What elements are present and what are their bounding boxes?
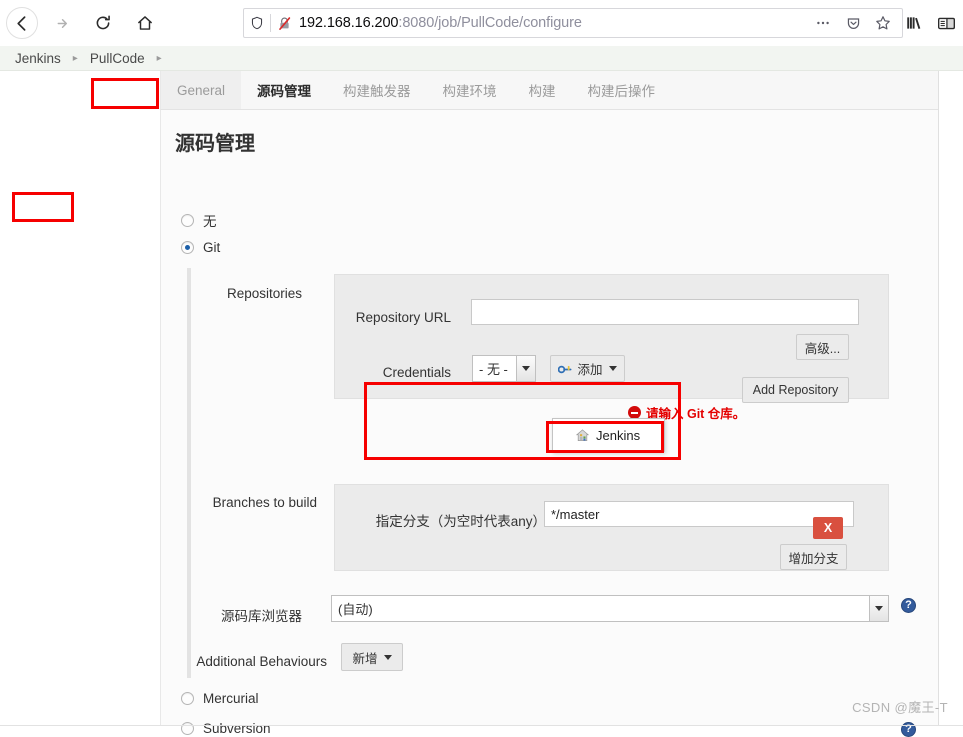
url-bar[interactable]: 192.168.16.200:8080/job/PullCode/configu… [243,8,903,38]
delete-branch-label: X [823,521,833,535]
repositories-label: Repositories [226,286,302,301]
add-branch-label: 增加分支 [788,551,839,566]
radio-mercurial-icon[interactable] [181,692,194,705]
page-actions-icon[interactable] [810,10,836,36]
url-bar-actions [810,10,902,36]
tab-build-triggers[interactable]: 构建触发器 [327,71,427,109]
branches-to-build-label: Branches to build [212,495,317,510]
jenkins-home-icon [575,428,590,443]
radio-subversion-icon[interactable] [181,722,194,735]
additional-behaviours-label: Additional Behaviours [196,654,327,669]
tab-post-build-actions[interactable]: 构建后操作 [572,71,672,109]
page-canvas: General 源码管理 构建触发器 构建环境 构建 构建后操作 源码管理 无 … [0,71,963,737]
breadcrumb-separator-icon: ▸ [72,52,78,64]
credentials-label: Credentials [382,365,451,380]
scm-radio-none-label: 无 [203,214,217,229]
add-credentials-label: 添加 [577,363,603,377]
chevron-down-icon-2 [383,654,392,660]
additional-behaviours-add-button[interactable]: 新增 [341,643,403,671]
add-credentials-menu[interactable]: Jenkins [552,418,665,452]
bookmark-star-icon[interactable] [870,10,896,36]
repo-browser-select[interactable]: (自动) [331,595,889,622]
scm-radio-subversion[interactable]: Subversion [181,721,271,736]
add-credentials-menu-item-jenkins[interactable]: Jenkins [553,419,664,451]
home-button[interactable] [128,6,162,40]
back-button[interactable] [6,7,38,39]
page-title: 源码管理 [175,133,255,155]
scm-radio-git[interactable]: Git [181,240,220,255]
tab-build-environment[interactable]: 构建环境 [427,71,513,109]
breadcrumb-separator-icon-2: ▸ [156,52,162,64]
shield-icon[interactable] [244,16,270,30]
url-path: :8080/job/PullCode/configure [398,15,582,31]
add-branch-button[interactable]: 增加分支 [780,544,847,570]
broken-lock-icon[interactable] [271,16,297,31]
branch-spec-label: 指定分支（为空时代表any） [375,514,546,529]
scm-radio-subversion-label: Subversion [203,721,271,736]
left-gutter [0,71,160,726]
scm-radio-mercurial-label: Mercurial [203,691,259,706]
breadcrumb-item-pullcode[interactable]: PullCode [90,51,145,66]
repo-browser-help-icon[interactable]: ? [901,598,916,613]
tab-source-code-management[interactable]: 源码管理 [241,71,327,109]
breadcrumb: Jenkins ▸ PullCode ▸ [0,46,963,71]
watermark: CSDN @魔王-T [852,700,948,715]
reload-button[interactable] [86,6,120,40]
advanced-button-label: 高级... [804,341,841,356]
scm-radio-none[interactable]: 无 [181,210,217,230]
branch-spec-input[interactable] [544,501,854,527]
forward-button[interactable] [44,6,78,40]
additional-behaviours-add-label: 新增 [352,651,378,666]
scm-radio-mercurial[interactable]: Mercurial [181,691,259,706]
repo-browser-label: 源码库浏览器 [221,609,302,624]
pocket-icon[interactable] [840,10,866,36]
library-icon[interactable] [899,8,929,38]
radio-none-icon[interactable] [181,213,194,227]
repo-browser-select-arrow-icon[interactable] [869,596,888,621]
chevron-down-icon [608,366,617,371]
browser-chrome: 192.168.16.200:8080/job/PullCode/configu… [0,0,963,46]
advanced-button[interactable]: 高级... [796,334,849,360]
url-text[interactable]: 192.168.16.200:8080/job/PullCode/configu… [297,15,810,31]
add-repository-button[interactable]: Add Repository [742,377,849,403]
credentials-select-value: - 无 - [479,362,508,377]
tab-build[interactable]: 构建 [513,71,572,109]
credentials-select-arrow-icon[interactable] [516,356,535,381]
radio-git-icon[interactable] [181,241,194,254]
repository-url-input[interactable] [471,299,859,325]
add-repository-label: Add Repository [752,383,839,397]
scm-radio-git-label: Git [203,240,221,255]
config-tab-strip: General 源码管理 构建触发器 构建环境 构建 构建后操作 [160,71,938,109]
add-credentials-button[interactable]: 添加 [550,355,625,382]
url-host: 192.168.16.200 [299,15,399,31]
delete-branch-button[interactable]: X [813,517,843,539]
add-credentials-menu-item-label: Jenkins [596,427,641,443]
repository-url-label: Repository URL [355,310,451,325]
breadcrumb-item-jenkins[interactable]: Jenkins [15,51,61,66]
repo-browser-select-value: (自动) [338,602,373,617]
sidebar-icon[interactable] [931,8,961,38]
credentials-select[interactable]: - 无 - [472,355,536,382]
right-gutter [938,71,963,726]
key-icon [558,363,572,375]
browser-toolbar-right [899,8,961,38]
tab-general[interactable]: General [161,71,242,109]
config-content-panel: 源码管理 无 Git Repositories Repository URL ?… [160,109,938,737]
